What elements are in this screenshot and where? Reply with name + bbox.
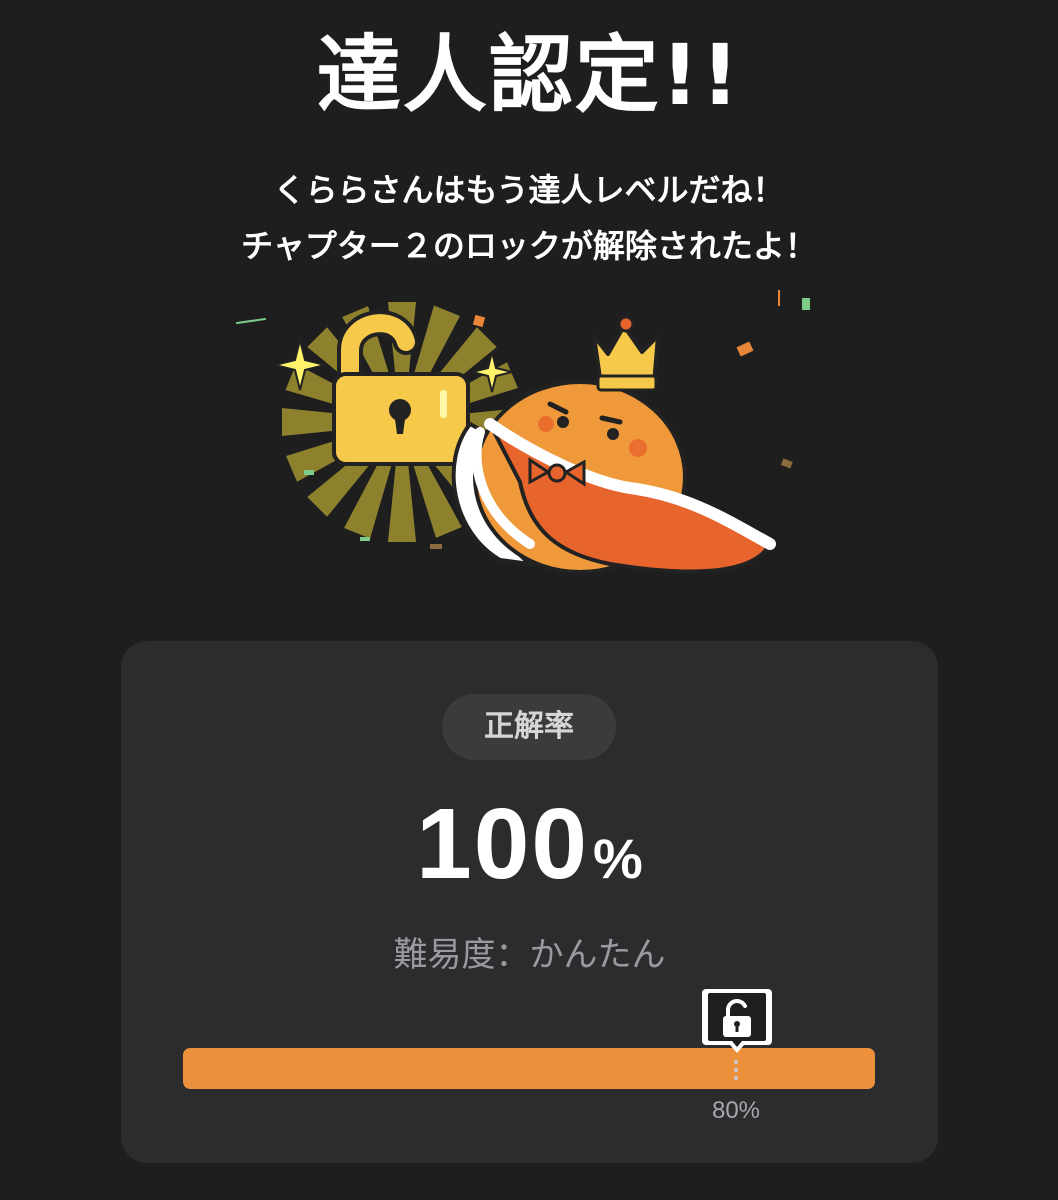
result-card: 正解率 100% 難易度：かんたん 80% [121, 641, 938, 1163]
accuracy-number: 100 [416, 788, 590, 900]
unlocked-padlock-icon [702, 989, 772, 1053]
crowned-mascot [471, 315, 776, 574]
accuracy-value: 100% [121, 789, 938, 929]
accuracy-label: 正解率 [442, 694, 616, 760]
message-line-2: チャプター２のロックが解除されたよ！ [241, 227, 817, 265]
accuracy-unit: % [593, 827, 643, 890]
unlock-threshold-label: 80% [711, 1097, 761, 1124]
unlock-message: くららさんはもう達人レベルだね！ チャプター２のロックが解除されたよ！ [0, 162, 1058, 274]
difficulty-label: 難易度：かんたん [393, 935, 666, 975]
message-line-1: くららさんはもう達人レベルだね！ [273, 171, 785, 209]
page-title: 達人認定!! [316, 26, 742, 124]
unlocked-padlock-icon [332, 310, 470, 466]
unlock-celebration-illustration [236, 290, 810, 574]
threshold-marker-line [733, 1059, 739, 1081]
